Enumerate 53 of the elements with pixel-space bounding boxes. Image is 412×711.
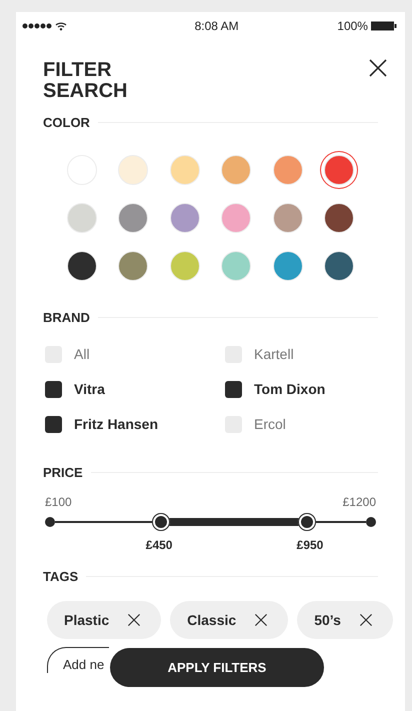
close-icon	[368, 58, 388, 78]
slider-thumb[interactable]	[152, 513, 170, 531]
price-value: £950	[296, 537, 324, 554]
close-icon	[254, 613, 268, 627]
color-swatch[interactable]	[272, 251, 303, 281]
apply-filters-button[interactable]: APPLY FILTERS	[110, 648, 324, 687]
color-swatch[interactable]	[118, 155, 148, 185]
color-swatch[interactable]	[324, 251, 354, 281]
page-title: FILTER SEARCH	[43, 60, 128, 102]
color-swatch[interactable]	[221, 155, 252, 185]
close-icon	[358, 613, 373, 627]
section-heading: PRICE	[43, 466, 83, 479]
color-swatch[interactable]	[221, 203, 252, 233]
brand-label: Tom Dixon	[254, 380, 326, 399]
color-swatch[interactable]	[170, 251, 200, 281]
color-swatch[interactable]	[118, 203, 148, 233]
signal-icon	[22, 21, 68, 31]
remove-tag-icon[interactable]	[254, 613, 268, 627]
status-time: 8:08 AM	[194, 18, 239, 35]
tag-chip[interactable]: Classic	[170, 601, 288, 639]
price-value: £450	[146, 537, 172, 554]
price-slider-track[interactable]	[55, 512, 366, 532]
close-icon	[127, 613, 142, 627]
color-swatch[interactable]	[118, 251, 148, 281]
brand-label: Fritz Hansen	[74, 415, 158, 434]
checkbox[interactable]	[45, 381, 62, 398]
brand-label: Kartell	[254, 345, 294, 364]
brand-label: Vitra	[74, 380, 105, 399]
color-swatch[interactable]	[272, 155, 303, 185]
checkbox[interactable]	[225, 381, 242, 398]
min-price: £100	[45, 494, 72, 511]
tag-chip[interactable]: 50’s	[297, 601, 393, 639]
section-heading: COLOR	[43, 116, 90, 129]
remove-tag-icon[interactable]	[127, 613, 142, 627]
slider-thumb[interactable]	[298, 513, 316, 531]
color-swatch[interactable]	[66, 251, 97, 281]
color-swatch[interactable]	[272, 203, 303, 233]
tag-chip[interactable]: Plastic	[47, 601, 162, 639]
color-swatch[interactable]	[170, 203, 200, 233]
max-price: £1200	[342, 494, 376, 511]
checkbox[interactable]	[45, 416, 62, 433]
brand-label: Ercol	[254, 415, 286, 434]
color-swatch[interactable]	[221, 251, 252, 281]
color-swatch[interactable]	[170, 155, 200, 185]
brand-label: All	[74, 345, 90, 364]
color-swatch[interactable]	[66, 203, 97, 233]
battery-percent: 100%	[337, 18, 368, 35]
add-tag-chip[interactable]: Add ne	[47, 647, 109, 673]
section-heading: BRAND	[43, 311, 90, 324]
color-swatch[interactable]	[324, 203, 354, 233]
remove-tag-icon[interactable]	[358, 613, 373, 627]
battery-icon	[370, 21, 397, 31]
section-heading: TAGS	[43, 570, 78, 583]
